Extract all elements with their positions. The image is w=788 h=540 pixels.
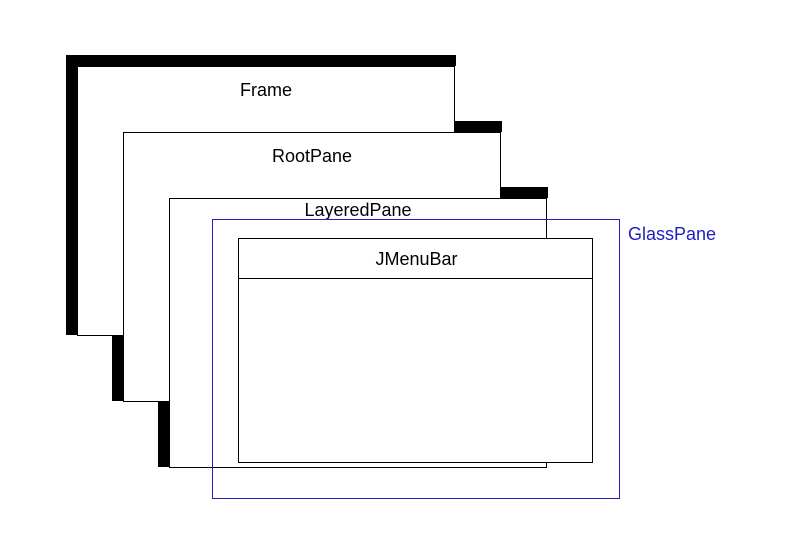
frame-label: Frame [77,80,455,101]
menubar-divider [238,278,593,279]
glasspane-label: GlassPane [628,224,716,245]
frame-shadow-top [66,55,456,66]
rootpane-label: RootPane [123,146,501,167]
contentpane-container: JMenuBar [238,238,593,463]
layeredpane-label: LayeredPane [169,200,547,221]
jmenubar-label: JMenuBar [239,249,594,270]
frame-shadow-left [66,55,77,335]
swing-container-hierarchy-diagram: Frame RootPane LayeredPane GlassPane JMe… [0,0,788,540]
